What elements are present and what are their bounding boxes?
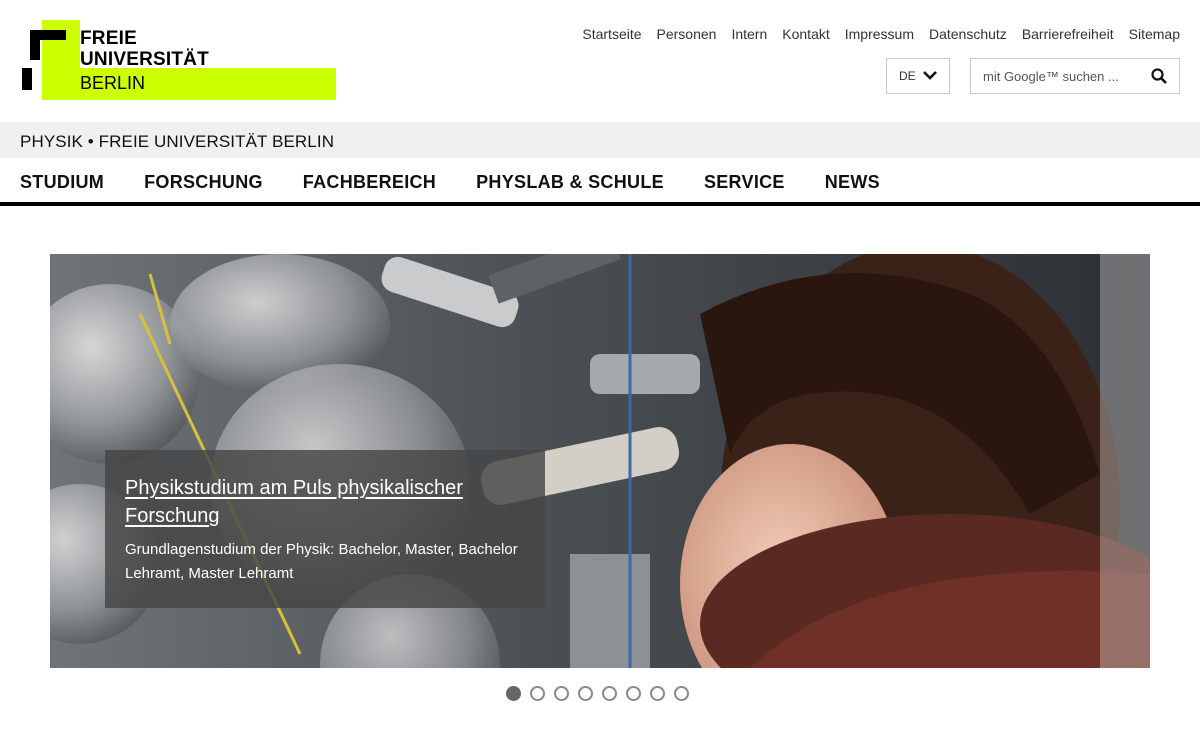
search-input[interactable] (971, 59, 1147, 93)
logo-text-universitaet: UNIVERSITÄT (80, 49, 209, 70)
search-icon[interactable] (1151, 68, 1167, 84)
language-select[interactable]: DE (886, 58, 950, 94)
hero-caption: Physikstudium am Puls physikalischer For… (105, 450, 545, 608)
carousel-indicators (506, 686, 689, 701)
site-title[interactable]: PHYSIK • FREIE UNIVERSITÄT BERLIN (20, 132, 334, 152)
nav-item-service[interactable]: SERVICE (704, 172, 785, 193)
language-selected-value: DE (899, 69, 916, 83)
carousel-dot-4[interactable] (578, 686, 593, 701)
service-link-kontakt[interactable]: Kontakt (782, 26, 829, 42)
carousel-dot-1[interactable] (506, 686, 521, 701)
main-nav: STUDIUM FORSCHUNG FACHBEREICH PHYSLAB & … (0, 158, 1200, 206)
hero-title-link[interactable]: Physikstudium am Puls physikalischer For… (125, 474, 525, 530)
nav-item-fachbereich[interactable]: FACHBEREICH (303, 172, 436, 193)
logo-text-freie: FREIE (80, 28, 137, 49)
service-link-barrierefreiheit[interactable]: Barrierefreiheit (1022, 26, 1114, 42)
nav-item-news[interactable]: NEWS (825, 172, 880, 193)
nav-item-physlab-schule[interactable]: PHYSLAB & SCHULE (476, 172, 664, 193)
fu-berlin-logo[interactable]: FREIE UNIVERSITÄT BERLIN (20, 18, 336, 102)
carousel-dot-8[interactable] (674, 686, 689, 701)
site-title-bar: PHYSIK • FREIE UNIVERSITÄT BERLIN (0, 122, 1200, 158)
hero-slider[interactable]: Physikstudium am Puls physikalischer For… (50, 254, 1150, 668)
search-box (970, 58, 1180, 94)
nav-item-studium[interactable]: STUDIUM (20, 172, 104, 193)
carousel-dot-5[interactable] (602, 686, 617, 701)
service-link-personen[interactable]: Personen (657, 26, 717, 42)
service-link-datenschutz[interactable]: Datenschutz (929, 26, 1007, 42)
service-nav: Startseite Personen Intern Kontakt Impre… (582, 26, 1180, 42)
service-link-impressum[interactable]: Impressum (845, 26, 914, 42)
logo-text-berlin: BERLIN (80, 73, 146, 93)
service-link-startseite[interactable]: Startseite (582, 26, 641, 42)
hero-description: Grundlagenstudium der Physik: Bachelor, … (125, 541, 518, 582)
header: FREIE UNIVERSITÄT BERLIN Startseite Pers… (0, 0, 1200, 122)
nav-item-forschung[interactable]: FORSCHUNG (144, 172, 263, 193)
carousel-dot-7[interactable] (650, 686, 665, 701)
carousel-dot-6[interactable] (626, 686, 641, 701)
chevron-down-icon (923, 71, 937, 80)
carousel-dot-2[interactable] (530, 686, 545, 701)
logo-accent-bar (120, 68, 336, 100)
service-link-sitemap[interactable]: Sitemap (1129, 26, 1180, 42)
service-link-intern[interactable]: Intern (731, 26, 767, 42)
carousel-dot-3[interactable] (554, 686, 569, 701)
